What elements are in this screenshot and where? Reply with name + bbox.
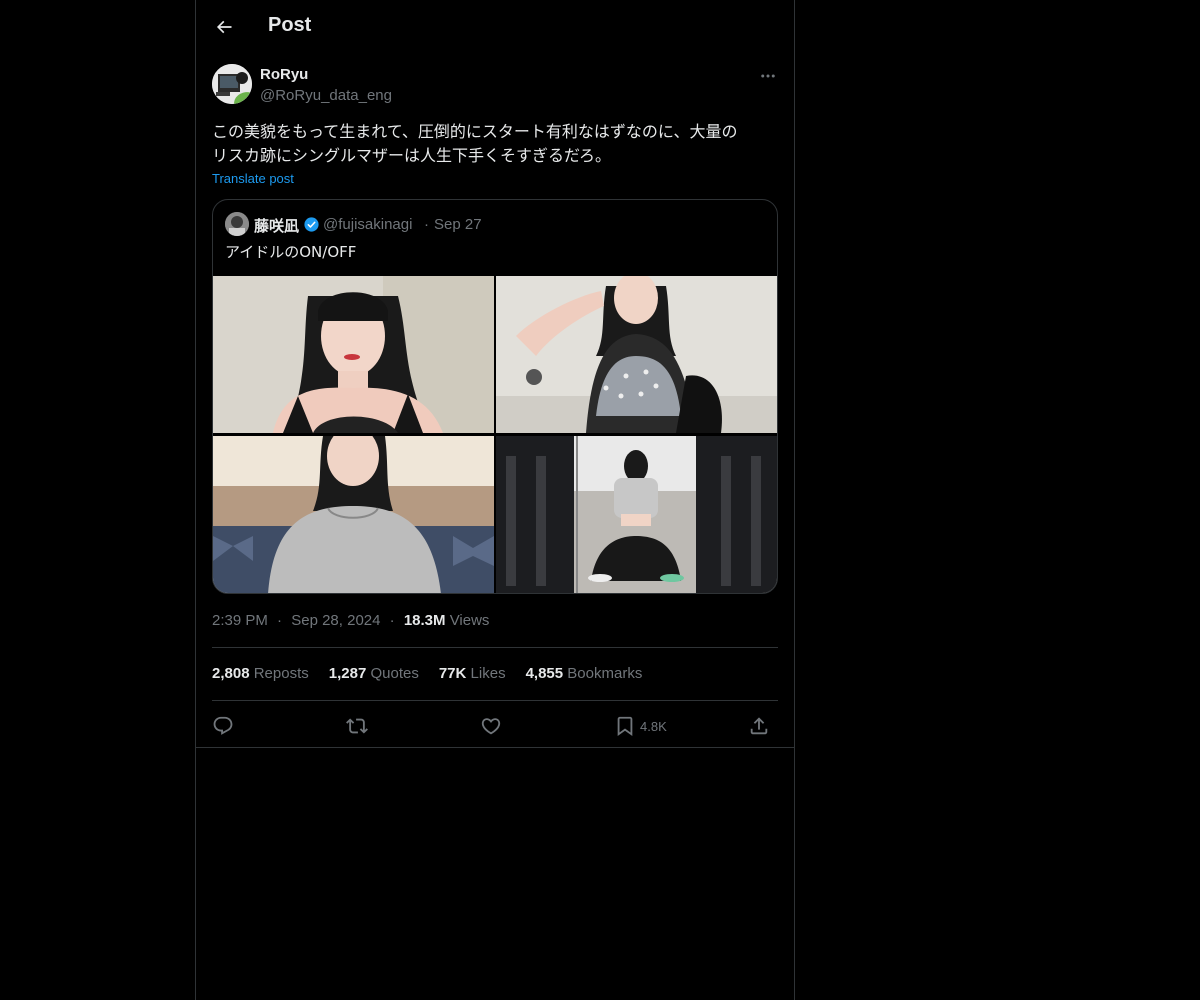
post-text-line: リスカ跡にシングルマザーは人生下手くそすぎるだろ。 (212, 146, 612, 165)
bookmark-button[interactable]: 4.8K (614, 712, 667, 740)
media-grid (213, 276, 777, 593)
arrow-left-icon (216, 20, 232, 34)
avatar-image (212, 64, 252, 104)
divider (212, 647, 778, 648)
more-dots-icon (761, 74, 775, 78)
bookmark-icon (617, 716, 633, 737)
share-button[interactable] (748, 712, 770, 740)
more-button[interactable] (756, 64, 780, 88)
reposts-stat[interactable]: 2,808 Reposts (212, 665, 309, 682)
separator: · (389, 612, 395, 629)
bookmarks-count: 4,855 (525, 665, 564, 682)
post-text: この美貌をもって生まれて、圧倒的にスタート有利なはずなのに、大量の リスカ跡にシ… (212, 120, 782, 168)
post-text-line: この美貌をもって生まれて、圧倒的にスタート有利なはずなのに、大量の (212, 122, 738, 141)
photo-1[interactable] (213, 276, 494, 433)
action-bar: 4.8K (212, 712, 778, 740)
quote-text: アイドルのON/OFF (225, 243, 357, 261)
reposts-label: Reposts (253, 665, 309, 682)
views-count: 18.3M (403, 612, 446, 629)
likes-label: Likes (470, 665, 506, 682)
likes-count: 77K (438, 665, 467, 682)
heart-icon (481, 718, 501, 735)
author-handle[interactable]: @RoRyu_data_eng (260, 87, 392, 104)
divider (196, 747, 794, 748)
repost-button[interactable] (346, 712, 368, 740)
engagement-stats: 2,808 Reposts 1,287 Quotes 77K Likes 4,8… (212, 665, 642, 682)
page-title: Post (268, 14, 312, 36)
views-label: Views (449, 612, 490, 629)
quoted-post[interactable]: 藤咲凪 @fujisakinagi · Sep 27 アイドルのON/OFF (212, 199, 778, 594)
quote-avatar[interactable] (225, 212, 249, 236)
bookmarks-stat[interactable]: 4,855 Bookmarks (526, 665, 643, 682)
separator: · (277, 612, 283, 629)
post-time[interactable]: 2:39 PM (212, 612, 268, 629)
separator: · (424, 216, 429, 233)
post-meta: 2:39 PM · Sep 28, 2024 · 18.3M Views (212, 612, 489, 629)
back-button[interactable] (208, 11, 240, 43)
quote-avatar-image (225, 212, 249, 236)
quote-author-handle: @fujisakinagi (323, 216, 413, 233)
verified-badge-icon (304, 217, 319, 232)
repost-icon (346, 718, 368, 734)
reply-button[interactable] (212, 712, 234, 740)
author-name[interactable]: RoRyu (260, 66, 308, 83)
photo-3[interactable] (213, 436, 494, 593)
bookmarks-label: Bookmarks (567, 665, 643, 682)
quotes-label: Quotes (370, 665, 419, 682)
post-date[interactable]: Sep 28, 2024 (291, 612, 380, 629)
main-column: Post RoRyu @RoRyu_data_eng この美貌をもって生まれて、… (195, 0, 795, 1000)
top-bar: Post (196, 0, 794, 54)
photo-2[interactable] (496, 276, 777, 433)
share-icon (750, 717, 768, 735)
quote-author-name[interactable]: 藤咲凪 (254, 215, 299, 236)
bookmark-count: 4.8K (640, 718, 667, 734)
translate-post-link[interactable]: Translate post (212, 171, 294, 186)
reply-icon (213, 716, 233, 735)
quotes-stat[interactable]: 1,287 Quotes (329, 665, 419, 682)
like-button[interactable] (480, 712, 502, 740)
divider (212, 700, 778, 701)
quotes-count: 1,287 (328, 665, 367, 682)
photo-4[interactable] (496, 436, 777, 593)
likes-stat[interactable]: 77K Likes (439, 665, 506, 682)
avatar[interactable] (212, 64, 252, 104)
reposts-count: 2,808 (212, 665, 250, 682)
quote-date: Sep 27 (434, 216, 482, 233)
